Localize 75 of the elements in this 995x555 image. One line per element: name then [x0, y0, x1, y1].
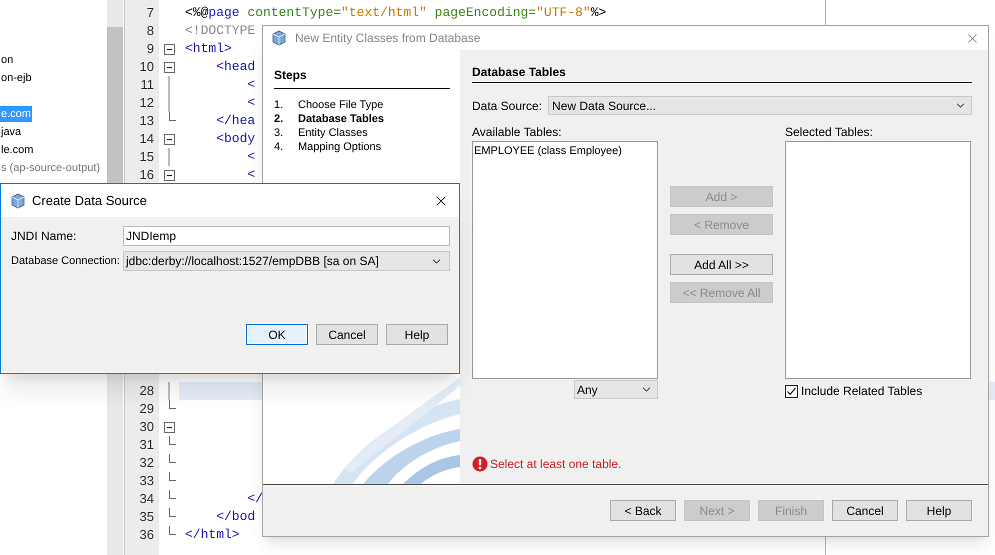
dialog-button[interactable]: Cancel — [316, 324, 378, 345]
filter-dropdown[interactable]: Any — [574, 380, 658, 399]
code-line: </html> — [185, 526, 240, 544]
include-related-label: Include Related Tables — [801, 383, 922, 400]
line-number: 11 — [140, 76, 154, 94]
step-item: 2. Database Tables — [274, 112, 386, 126]
code-line: </hea — [215, 112, 256, 130]
line-number: 34 — [140, 490, 154, 508]
data-source-label: Data Source: — [472, 98, 542, 114]
line-number: 36 — [140, 526, 154, 544]
jndi-name-label: JNDI Name: — [11, 228, 78, 245]
dialog-button[interactable]: Cancel — [832, 500, 898, 521]
line-number: 10 — [140, 58, 154, 76]
line-number: 15 — [140, 148, 154, 166]
window-title: New Entity Classes from Database — [295, 30, 480, 47]
scrollbar-thumb[interactable] — [107, 27, 123, 183]
line-number: 31 — [140, 436, 154, 454]
fold-collapse-icon[interactable] — [164, 170, 174, 180]
line-number: 30 — [140, 418, 154, 436]
database-connection-label: Database Connection: — [11, 254, 121, 269]
line-number: 32 — [140, 454, 154, 472]
code-line: </bod — [215, 508, 256, 526]
window-title: Create Data Source — [32, 192, 147, 210]
tree-item[interactable]: java — [0, 124, 22, 140]
code-line: </ — [246, 490, 264, 508]
error-icon — [472, 456, 488, 472]
panel-title: Database Tables — [472, 65, 566, 79]
step-item: 1. Choose File Type — [274, 98, 384, 112]
step-item: 4. Mapping Options — [274, 140, 382, 154]
line-number: 8 — [146, 22, 154, 40]
tree-item[interactable]: s (ap-source-output) — [0, 160, 102, 176]
database-cube-icon — [271, 30, 287, 46]
database-cube-icon — [10, 192, 26, 208]
fold-collapse-icon[interactable] — [164, 134, 174, 144]
code-line: <body — [215, 130, 256, 148]
line-number: 9 — [146, 40, 154, 58]
fold-collapse-icon[interactable] — [164, 422, 174, 432]
fold-collapse-icon[interactable] — [164, 44, 174, 54]
dialog-button[interactable]: Help — [386, 324, 448, 345]
fold-collapse-icon[interactable] — [164, 62, 174, 72]
tree-item[interactable]: on — [0, 52, 14, 68]
line-number: 12 — [140, 94, 154, 112]
error-message: Select at least one table. — [490, 456, 622, 473]
available-tables-list[interactable]: EMPLOYEE (class Employee) — [472, 141, 658, 379]
available-tables-label: Available Tables: — [472, 124, 563, 141]
line-number: 7 — [146, 4, 154, 22]
code-line: < — [246, 94, 256, 112]
step-item: 3. Entity Classes — [274, 126, 369, 140]
code-line: <html> — [185, 40, 232, 58]
tree-item[interactable]: on-ejb — [0, 70, 33, 86]
selected-tables-label: Selected Tables: — [785, 124, 874, 141]
transfer-button[interactable]: Add All >> — [670, 254, 773, 275]
jndi-name-field[interactable]: JNDIemp — [123, 226, 450, 246]
tree-item[interactable]: le.com — [0, 142, 34, 158]
checkbox[interactable] — [785, 384, 798, 398]
line-number: 28 — [140, 382, 154, 400]
line-number: 35 — [140, 508, 154, 526]
code-line: <head — [215, 58, 256, 76]
code-line: <%@page contentType="text/html" pageEncoding="UTF-8"%> — [185, 4, 606, 22]
table-list-item[interactable]: EMPLOYEE (class Employee) — [474, 143, 657, 160]
dialog-button[interactable]: < Back — [610, 500, 676, 521]
dialog-button[interactable]: Help — [906, 500, 972, 521]
database-connection-dropdown[interactable]: jdbc:derby://localhost:1527/empDBB [sa on SA] — [123, 251, 450, 271]
code-line: <!DOCTYPE — [185, 22, 256, 40]
line-number: 29 — [140, 400, 154, 418]
code-line: < — [246, 76, 256, 94]
code-line: < — [246, 148, 256, 166]
line-number: 13 — [140, 112, 154, 130]
code-line: < — [246, 166, 256, 184]
line-number: 16 — [140, 166, 154, 184]
line-number: 14 — [140, 130, 154, 148]
data-source-dropdown[interactable]: New Data Source... — [548, 96, 972, 115]
dialog-button[interactable]: OK — [246, 324, 308, 345]
line-number: 33 — [140, 472, 154, 490]
steps-title: Steps — [274, 68, 307, 82]
